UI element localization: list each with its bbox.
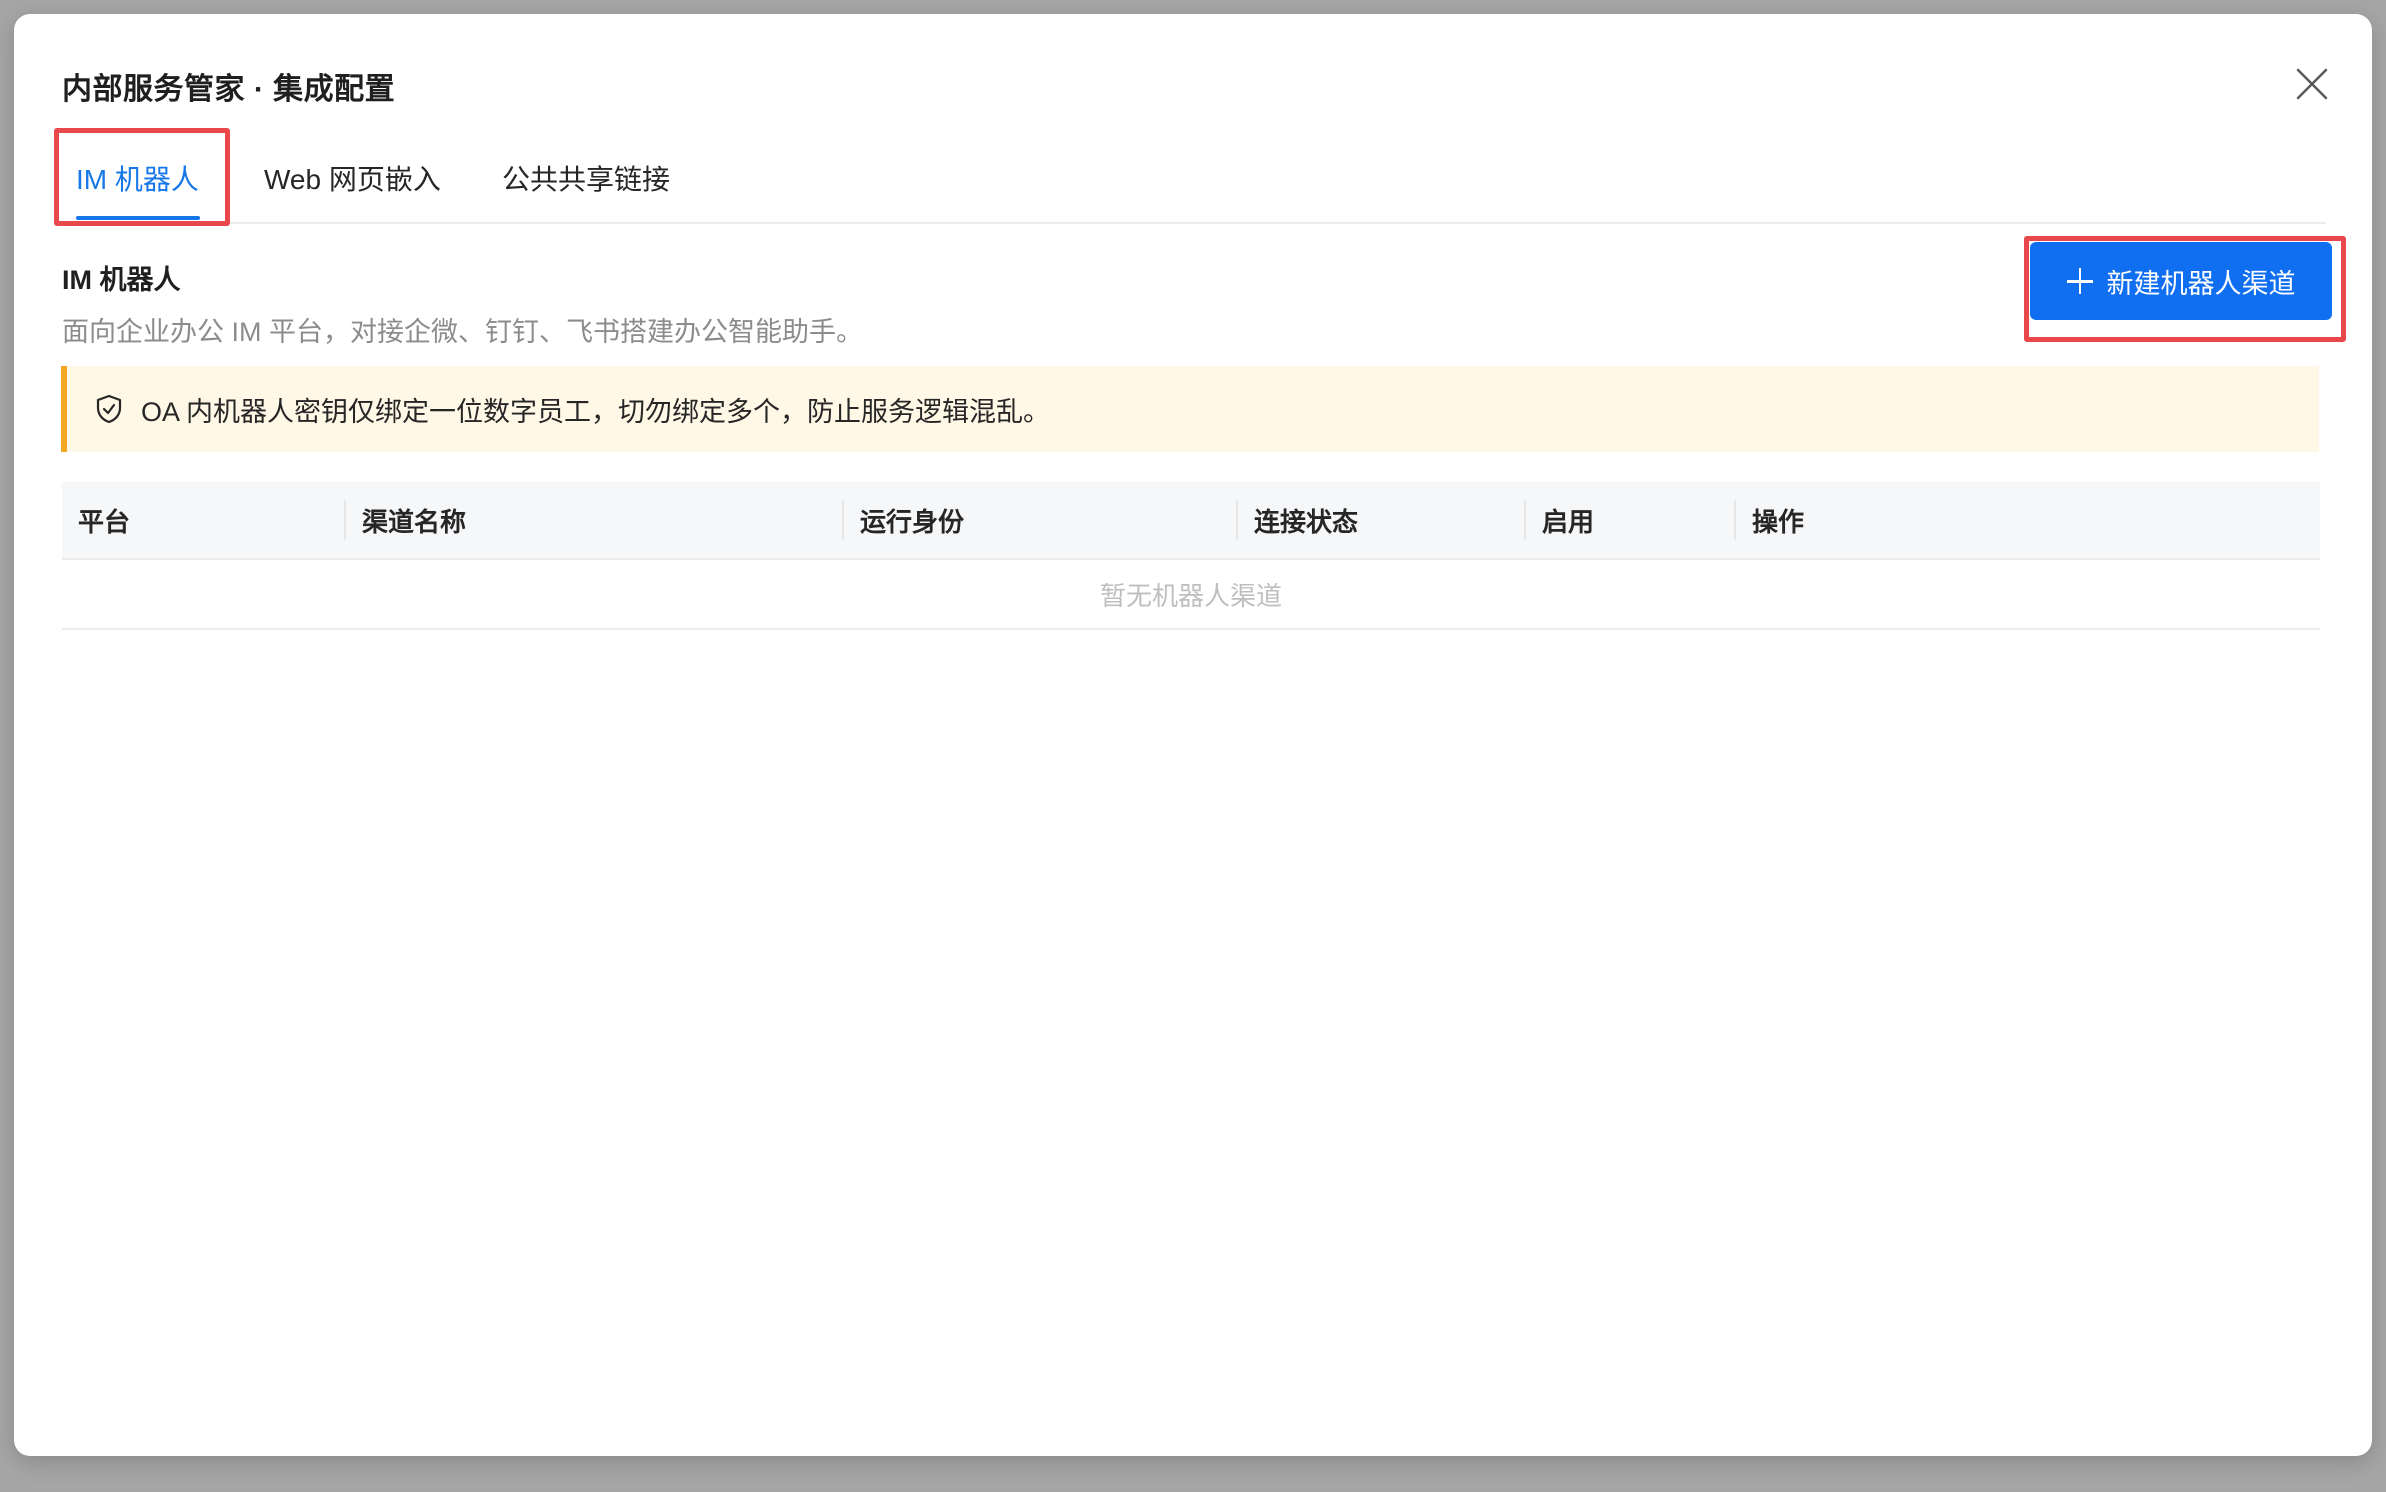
tab-bar: IM 机器人 Web 网页嵌入 公共共享链接 — [62, 132, 2326, 224]
close-icon — [2296, 68, 2328, 100]
robot-channel-table: 平台 渠道名称 运行身份 连接状态 启用 操作 暂无机器人渠道 — [62, 482, 2320, 630]
column-header-connection-status: 连接状态 — [1254, 506, 1359, 537]
button-highlight-box — [2024, 236, 2346, 342]
dialog-title: 内部服务管家 · 集成配置 — [62, 73, 396, 106]
table-header: 平台 渠道名称 运行身份 连接状态 启用 操作 — [62, 482, 2320, 560]
column-header-actions: 操作 — [1752, 506, 1805, 537]
table-empty-state: 暂无机器人渠道 — [62, 560, 2320, 630]
column-header-run-identity: 运行身份 — [860, 506, 965, 537]
section-title: IM 机器人 — [62, 265, 181, 295]
column-header-platform: 平台 — [78, 506, 131, 537]
section-description: 面向企业办公 IM 平台，对接企微、钉钉、飞书搭建办公智能助手。 — [62, 317, 863, 347]
warning-alert: OA 内机器人密钥仅绑定一位数字员工，切勿绑定多个，防止服务逻辑混乱。 — [61, 366, 2319, 452]
alert-text: OA 内机器人密钥仅绑定一位数字员工，切勿绑定多个，防止服务逻辑混乱。 — [141, 396, 1051, 427]
tab-highlight-box — [54, 128, 230, 226]
shield-check-icon — [93, 393, 125, 425]
column-header-enabled: 启用 — [1542, 506, 1595, 537]
tab-public-share-link[interactable]: 公共共享链接 — [502, 158, 670, 198]
tab-web-embed[interactable]: Web 网页嵌入 — [264, 158, 441, 198]
close-button[interactable] — [2292, 64, 2332, 104]
column-header-channel-name: 渠道名称 — [362, 506, 467, 537]
integration-config-dialog: 内部服务管家 · 集成配置 IM 机器人 Web 网页嵌入 公共共享链接 IM … — [14, 14, 2372, 1456]
